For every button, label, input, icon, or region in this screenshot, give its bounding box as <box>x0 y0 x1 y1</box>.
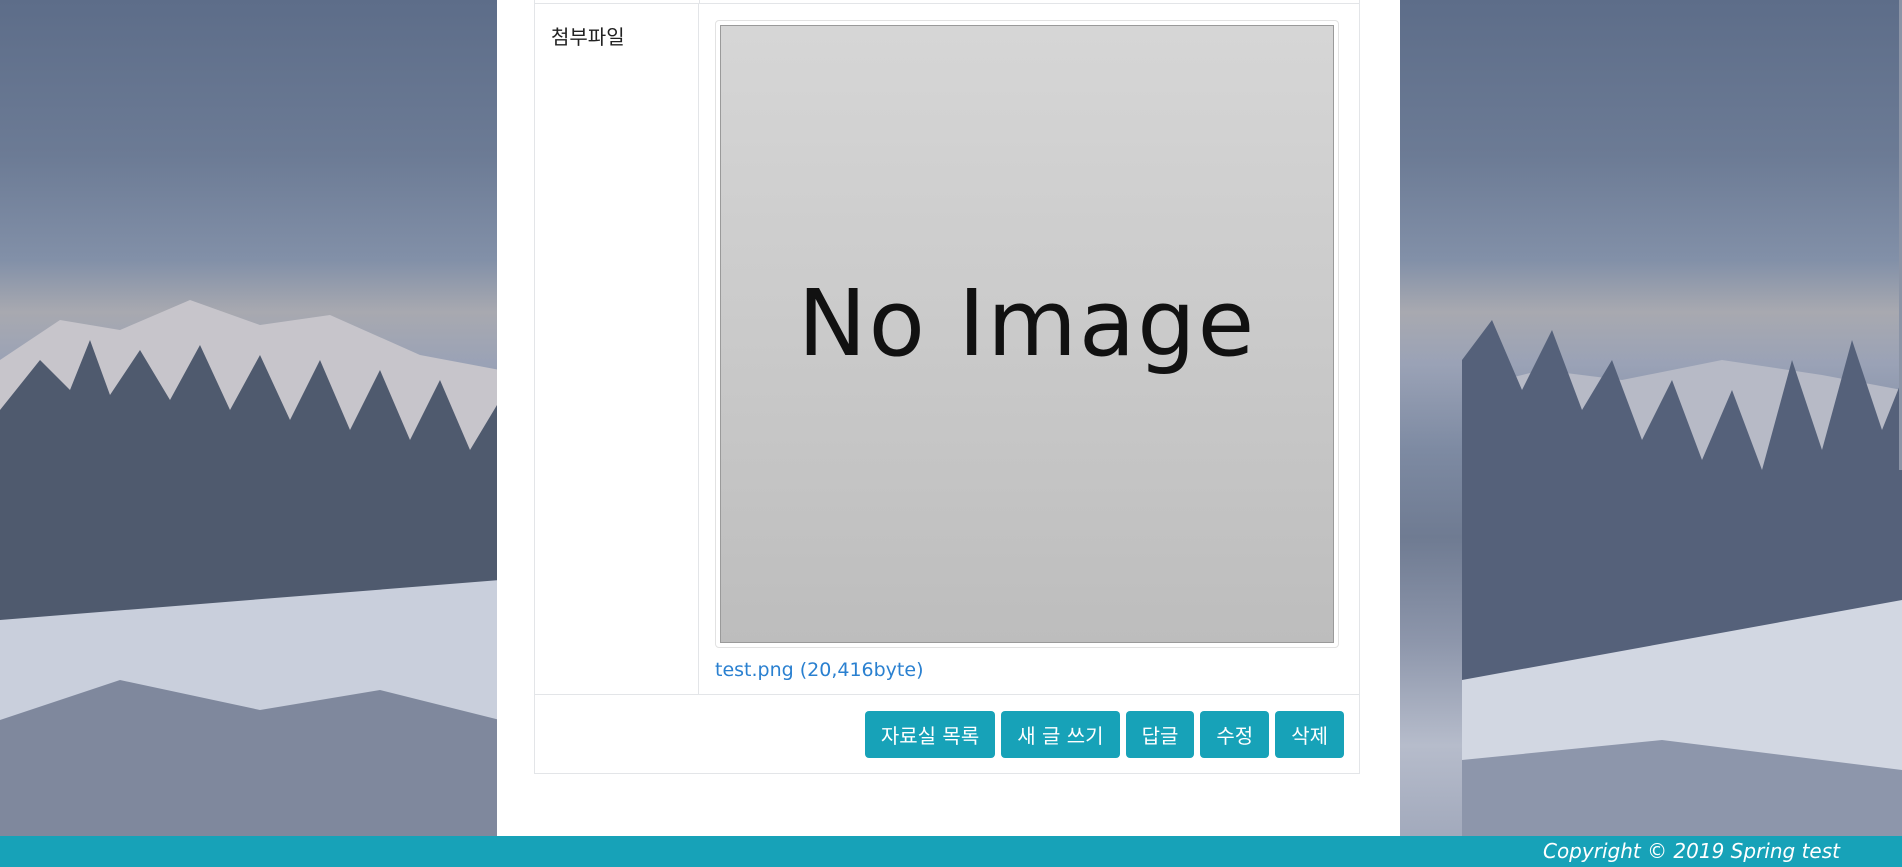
list-button[interactable]: 자료실 목록 <box>864 710 996 758</box>
attachment-label: 첨부파일 <box>535 4 699 694</box>
image-thumbnail: No Image <box>715 20 1339 648</box>
content-panel: 첨부파일 No Image test.png (20,416byte) 자료실 … <box>497 0 1400 836</box>
page-viewport: 첨부파일 No Image test.png (20,416byte) 자료실 … <box>0 0 1902 867</box>
attachment-value: No Image test.png (20,416byte) <box>699 4 1359 694</box>
background-scenery-right <box>1462 320 1902 840</box>
footer: Copyright © 2019 Spring test <box>0 836 1902 867</box>
attachment-file-link[interactable]: test.png (20,416byte) <box>715 659 923 681</box>
no-image-text: No Image <box>797 269 1257 377</box>
reply-button[interactable]: 답글 <box>1125 710 1195 758</box>
no-image-placeholder: No Image <box>720 25 1334 643</box>
delete-button[interactable]: 삭제 <box>1275 710 1344 758</box>
attachment-row: 첨부파일 No Image test.png (20,416byte) <box>535 4 1359 695</box>
background-scenery-left <box>0 300 500 840</box>
action-button-row: 자료실 목록 새 글 쓰기 답글 수정 삭제 <box>535 695 1359 773</box>
edit-button[interactable]: 수정 <box>1200 710 1270 758</box>
new-post-button[interactable]: 새 글 쓰기 <box>1001 710 1120 758</box>
copyright-text: Copyright © 2019 Spring test <box>1542 839 1840 863</box>
post-detail-table: 첨부파일 No Image test.png (20,416byte) 자료실 … <box>534 0 1360 774</box>
